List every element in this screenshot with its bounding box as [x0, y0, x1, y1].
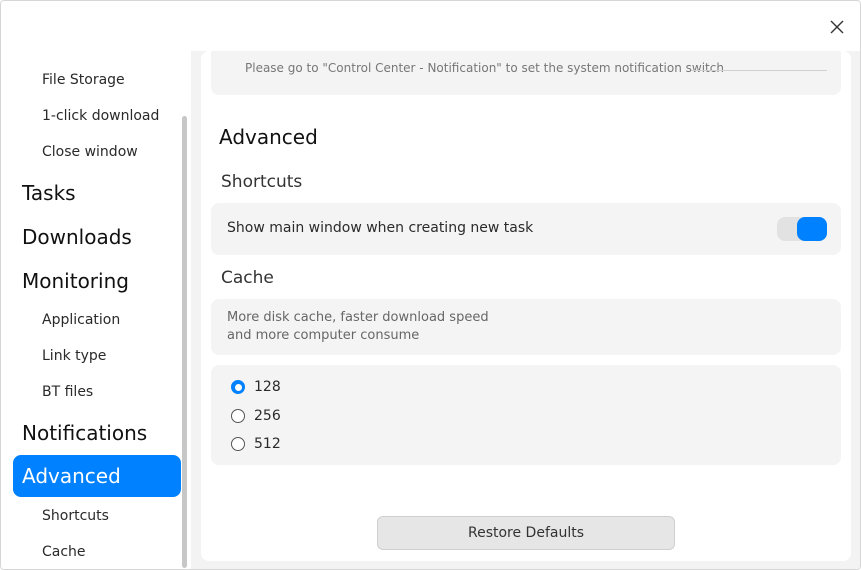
sidebar-item-notifications[interactable]: Notifications [22, 419, 147, 447]
sidebar-item-bt-files[interactable]: BT files [42, 382, 93, 402]
cache-description-line2: and more computer consume [227, 328, 420, 343]
sidebar-item-tasks[interactable]: Tasks [22, 179, 76, 207]
notification-notice-text: Please go to "Control Center - Notificat… [245, 61, 724, 75]
settings-sidebar: File Storage 1-click download Close wind… [1, 51, 191, 569]
section-title-shortcuts: Shortcuts [221, 172, 303, 192]
settings-window: File Storage 1-click download Close wind… [0, 0, 861, 570]
shortcut-row: Show main window when creating new task [211, 203, 841, 255]
cache-options-card: 128 256 512 [211, 365, 841, 465]
sidebar-scrollbar[interactable] [182, 116, 187, 568]
section-title-cache: Cache [221, 268, 274, 288]
restore-defaults-button[interactable]: Restore Defaults [377, 516, 675, 550]
section-title-advanced: Advanced [219, 125, 318, 149]
cache-option-512[interactable]: 512 [231, 436, 281, 452]
show-main-window-toggle[interactable] [777, 217, 827, 241]
radio-unchecked-icon [231, 437, 245, 451]
sidebar-item-link-type[interactable]: Link type [42, 346, 106, 366]
toggle-knob [797, 217, 827, 241]
cache-option-label: 128 [254, 379, 281, 395]
notification-notice-card: Please go to "Control Center - Notificat… [211, 51, 841, 95]
cache-option-128[interactable]: 128 [231, 379, 281, 395]
cache-option-256[interactable]: 256 [231, 408, 281, 424]
cache-option-label: 512 [254, 436, 281, 452]
cache-option-label: 256 [254, 408, 281, 424]
sidebar-item-shortcuts[interactable]: Shortcuts [42, 506, 109, 526]
sidebar-item-close-window[interactable]: Close window [42, 142, 138, 162]
radio-checked-icon [231, 380, 245, 394]
show-main-window-label: Show main window when creating new task [227, 220, 534, 236]
notice-divider [691, 70, 827, 71]
cache-description-card: More disk cache, faster download speed a… [211, 299, 841, 355]
close-icon [830, 20, 844, 34]
sidebar-item-partial [42, 51, 46, 55]
sidebar-item-1-click-download[interactable]: 1-click download [42, 106, 159, 126]
sidebar-item-application[interactable]: Application [42, 310, 120, 330]
settings-content: Please go to "Control Center - Notificat… [201, 51, 851, 561]
sidebar-item-file-storage[interactable]: File Storage [42, 70, 125, 90]
close-button[interactable] [821, 11, 853, 43]
sidebar-item-monitoring[interactable]: Monitoring [22, 267, 129, 295]
cache-description-line1: More disk cache, faster download speed [227, 310, 489, 325]
title-bar [1, 1, 860, 51]
sidebar-item-cache[interactable]: Cache [42, 542, 86, 562]
sidebar-item-downloads[interactable]: Downloads [22, 223, 132, 251]
radio-unchecked-icon [231, 409, 245, 423]
sidebar-item-advanced[interactable]: Advanced [13, 455, 181, 497]
